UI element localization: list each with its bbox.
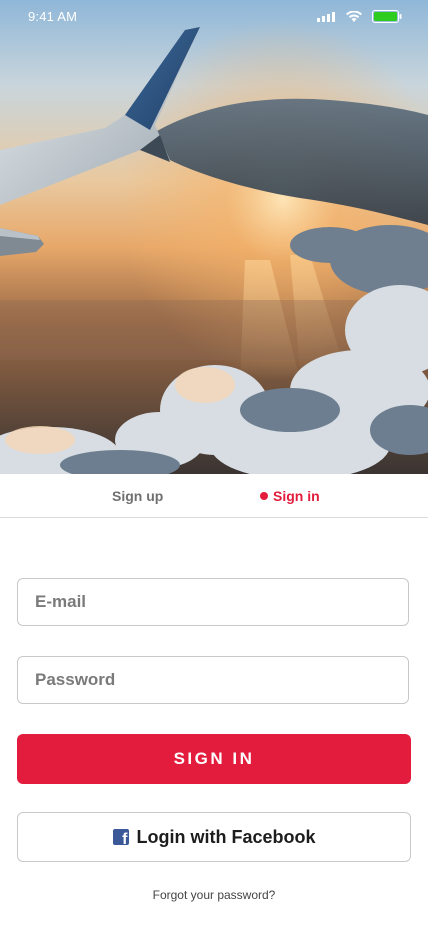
tab-sign-in[interactable]: Sign in bbox=[260, 488, 320, 504]
auth-tabs: Sign up Sign in bbox=[0, 474, 428, 518]
battery-icon bbox=[372, 10, 402, 23]
facebook-login-label: Login with Facebook bbox=[136, 826, 316, 847]
facebook-icon: f bbox=[112, 829, 129, 845]
status-bar: 9:41 AM bbox=[0, 0, 428, 34]
status-time: 9:41 AM bbox=[28, 9, 78, 24]
password-input[interactable] bbox=[18, 657, 408, 703]
active-tab-indicator bbox=[260, 492, 268, 500]
signal-icon bbox=[317, 11, 336, 22]
tab-sign-in-label: Sign in bbox=[273, 488, 320, 504]
wifi-icon bbox=[346, 10, 362, 22]
sign-in-button[interactable]: SIGN IN bbox=[17, 734, 411, 784]
facebook-login-button[interactable]: f Login with Facebook bbox=[17, 812, 411, 862]
email-input[interactable] bbox=[18, 579, 408, 625]
tab-sign-up[interactable]: Sign up bbox=[112, 488, 163, 504]
hero-image bbox=[0, 0, 428, 474]
status-icons bbox=[317, 10, 402, 23]
tab-sign-up-label: Sign up bbox=[112, 488, 164, 504]
forgot-password-link[interactable]: Forgot your password? bbox=[0, 888, 428, 902]
login-screen: 9:41 AM Sign up Sign in E-mail SIGN IN f… bbox=[0, 0, 428, 926]
email-field bbox=[17, 578, 409, 626]
password-field bbox=[17, 656, 409, 704]
